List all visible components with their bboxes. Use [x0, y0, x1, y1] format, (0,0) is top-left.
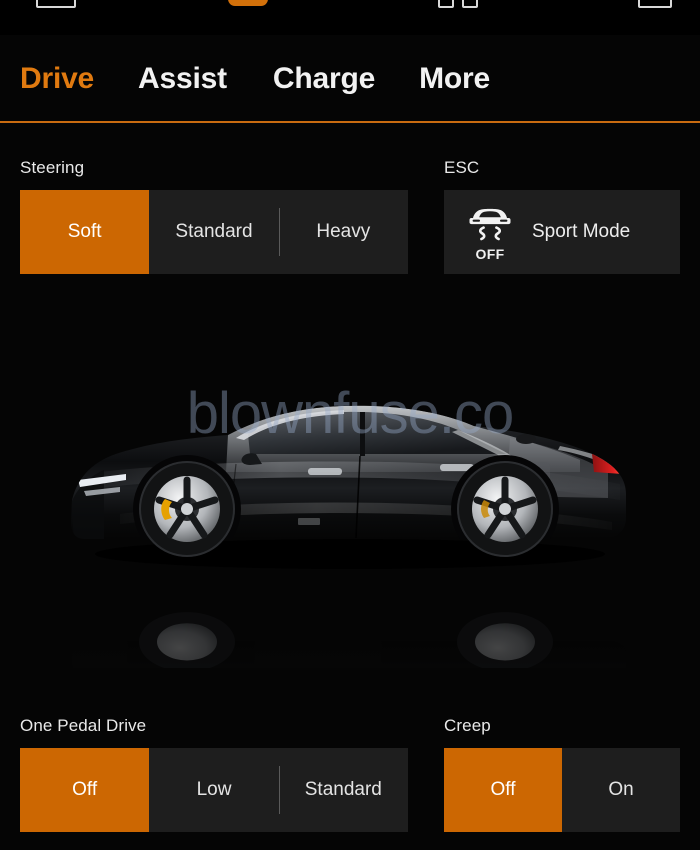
steering-label: Steering: [20, 158, 85, 177]
one-pedal-drive-option-low[interactable]: Low: [149, 748, 278, 832]
tab-charge[interactable]: Charge: [273, 62, 375, 96]
creep-option-off[interactable]: Off: [444, 748, 562, 832]
vehicle-side-view-image: [60, 368, 640, 668]
primary-tab-bar: Drive Assist Charge More: [0, 35, 700, 123]
steering-option-standard[interactable]: Standard: [149, 190, 278, 274]
rear-wheel: [457, 461, 553, 557]
tile-right-icon[interactable]: [462, 0, 478, 8]
one-pedal-drive-label: One Pedal Drive: [20, 716, 147, 735]
one-pedal-drive-segmented-control: Off Low Standard: [20, 748, 408, 832]
creep-segmented-control: Off On: [444, 748, 680, 832]
tab-bar-underline: [0, 121, 700, 123]
vehicle-illustration-stage: blownfuse.co: [0, 280, 700, 700]
esc-sport-mode-label: Sport Mode: [532, 221, 631, 242]
steering-segmented-control: Soft Standard Heavy: [20, 190, 408, 274]
esc-sport-mode-button[interactable]: OFF Sport Mode: [444, 190, 680, 274]
screen-icon[interactable]: [36, 0, 76, 8]
esc-off-icon: OFF: [462, 204, 518, 261]
tab-assist[interactable]: Assist: [138, 62, 227, 96]
creep-label: Creep: [444, 716, 491, 735]
defrost-icon[interactable]: [638, 0, 672, 8]
infotainment-screen: Drive Assist Charge More Steering Soft S…: [0, 0, 700, 850]
tab-drive[interactable]: Drive: [20, 62, 94, 96]
one-pedal-drive-option-standard[interactable]: Standard: [279, 748, 408, 832]
one-pedal-drive-option-off[interactable]: Off: [20, 748, 150, 832]
esc-off-text: OFF: [475, 245, 505, 262]
tile-left-icon[interactable]: [438, 0, 454, 8]
climate-seat-icon[interactable]: [228, 0, 268, 6]
steering-option-heavy[interactable]: Heavy: [279, 190, 408, 274]
creep-option-on[interactable]: On: [562, 748, 680, 832]
top-status-strip: [0, 0, 700, 35]
esc-label: ESC: [444, 158, 480, 177]
tab-more[interactable]: More: [419, 62, 490, 96]
front-wheel: [139, 461, 235, 557]
steering-option-soft[interactable]: Soft: [20, 190, 150, 274]
